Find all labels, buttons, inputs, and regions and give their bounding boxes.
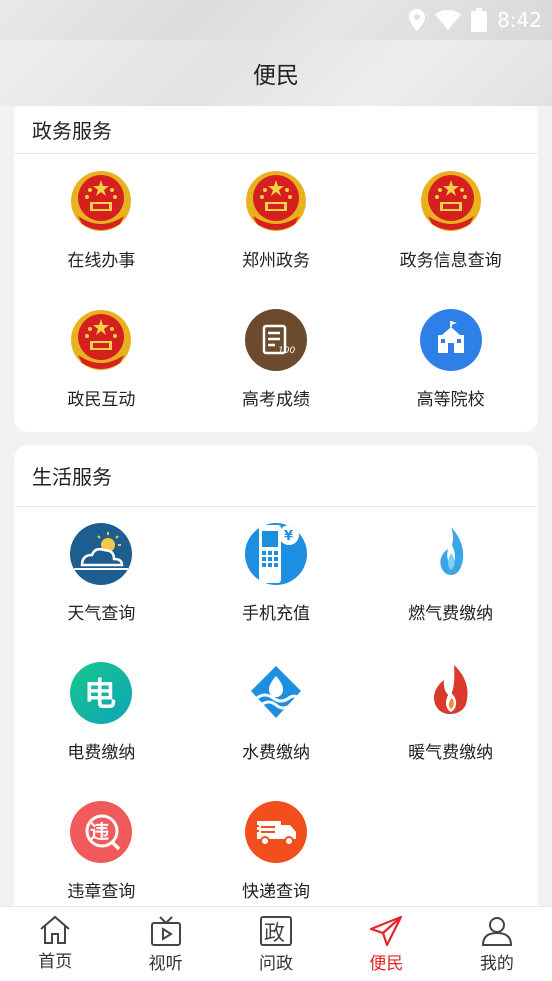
tile-label: 快递查询 — [241, 882, 310, 902]
tab-home[interactable]: 首页 — [0, 907, 110, 981]
water-icon — [244, 662, 307, 724]
tile-label: 暖气费缴纳 — [408, 743, 494, 763]
svg-text:电: 电 — [84, 675, 116, 713]
life-services-card: 生活服务 天气查询 ¥ 手机充值 燃气费缴纳 电 电费缴纳 水费缴纳 暖气费缴纳… — [14, 445, 538, 906]
life-services-grid: 天气查询 ¥ 手机充值 燃气费缴纳 电 电费缴纳 水费缴纳 暖气费缴纳 违 违章… — [14, 507, 538, 906]
gov-services-title: 政务服务 — [14, 106, 538, 154]
electricity-icon: 电 — [70, 662, 133, 724]
user-icon — [481, 917, 512, 946]
svg-text:政: 政 — [264, 921, 285, 945]
page-title: 便民 — [253, 63, 299, 89]
heating-flame-icon — [419, 662, 482, 724]
service-exam-score[interactable]: 100 高考成绩 — [189, 293, 364, 432]
violation-icon: 违 — [70, 801, 133, 863]
service-gas-fee[interactable]: 燃气费缴纳 — [363, 507, 538, 646]
home-icon — [40, 915, 70, 944]
tile-label: 电费缴纳 — [67, 743, 136, 763]
tile-label: 高考成绩 — [241, 390, 310, 410]
tab-convenience[interactable]: 便民 — [331, 907, 441, 981]
emblem-icon — [420, 170, 482, 232]
service-electricity-fee[interactable]: 电 电费缴纳 — [14, 646, 189, 785]
delivery-truck-icon — [244, 801, 307, 863]
service-phone-recharge[interactable]: ¥ 手机充值 — [189, 507, 364, 646]
zheng-icon: 政 — [260, 916, 293, 946]
tab-politics[interactable]: 政 问政 — [221, 907, 331, 981]
phone-recharge-icon: ¥ — [244, 523, 307, 585]
university-icon — [419, 309, 482, 371]
gov-services-grid: 在线办事 郑州政务 政务信息查询 政民互动 100 高考成绩 高等院校 — [14, 154, 538, 432]
svg-text:100: 100 — [278, 346, 295, 356]
emblem-icon — [70, 309, 132, 371]
service-water-fee[interactable]: 水费缴纳 — [189, 646, 364, 785]
battery-icon — [471, 8, 488, 32]
tab-label: 我的 — [479, 954, 514, 974]
tv-icon — [150, 916, 181, 946]
service-violation-query[interactable]: 违 违章查询 — [14, 785, 189, 906]
tile-label: 高等院校 — [416, 390, 485, 410]
weather-icon — [70, 523, 133, 585]
service-zhengzhou-gov[interactable]: 郑州政务 — [189, 154, 364, 293]
tab-label: 视听 — [148, 954, 183, 974]
tile-label: 政民互动 — [67, 390, 136, 410]
tile-label: 燃气费缴纳 — [408, 604, 494, 624]
emblem-icon — [70, 170, 132, 232]
location-icon — [409, 9, 426, 31]
content-scroll[interactable]: 政务服务 在线办事 郑州政务 政务信息查询 政民互动 100 高考成绩 高等院校… — [0, 106, 552, 906]
service-citizen-interaction[interactable]: 政民互动 — [14, 293, 189, 432]
tab-label: 首页 — [38, 952, 73, 972]
tile-label: 手机充值 — [241, 604, 310, 624]
status-time: 8:42 — [497, 8, 542, 32]
tile-label: 违章查询 — [67, 882, 136, 902]
life-services-title: 生活服务 — [14, 445, 538, 507]
svg-text:违: 违 — [90, 821, 109, 843]
tile-label: 天气查询 — [67, 604, 136, 624]
tile-label: 水费缴纳 — [241, 743, 310, 763]
gov-services-card: 政务服务 在线办事 郑州政务 政务信息查询 政民互动 100 高考成绩 高等院校 — [14, 106, 538, 432]
service-university[interactable]: 高等院校 — [363, 293, 538, 432]
service-express-query[interactable]: 快递查询 — [189, 785, 364, 906]
svg-text:¥: ¥ — [284, 529, 293, 544]
tab-label: 便民 — [369, 954, 404, 974]
emblem-icon — [245, 170, 307, 232]
page-header: 便民 — [0, 40, 552, 106]
service-online-affairs[interactable]: 在线办事 — [14, 154, 189, 293]
service-gov-info-query[interactable]: 政务信息查询 — [363, 154, 538, 293]
tile-label: 郑州政务 — [241, 251, 310, 271]
service-weather[interactable]: 天气查询 — [14, 507, 189, 646]
wifi-icon — [435, 10, 462, 30]
gas-flame-icon — [419, 523, 482, 585]
status-bar: 8:42 — [0, 0, 552, 40]
tab-media[interactable]: 视听 — [110, 907, 220, 981]
service-heating-fee[interactable]: 暖气费缴纳 — [363, 646, 538, 785]
status-icons: 8:42 — [409, 6, 542, 34]
tab-label: 问政 — [259, 954, 294, 974]
tab-mine[interactable]: 我的 — [442, 907, 552, 981]
tile-label: 在线办事 — [67, 251, 136, 271]
exam-score-icon: 100 — [244, 309, 307, 371]
bottom-tab-bar: 首页 视听 政 问政 便民 我的 — [0, 906, 552, 981]
tile-label: 政务信息查询 — [399, 251, 502, 271]
paper-plane-icon — [370, 915, 403, 947]
